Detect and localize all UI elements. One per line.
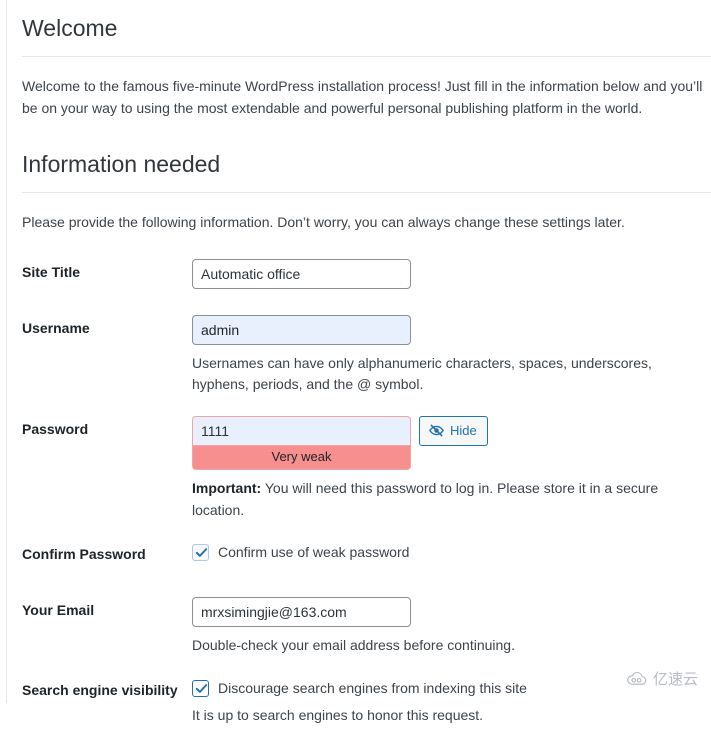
confirm-password-cell: Confirm use of weak password bbox=[192, 527, 711, 583]
password-label: Password bbox=[22, 420, 89, 437]
form-row-email: Your Email Double-check your email addre… bbox=[0, 583, 711, 663]
confirm-password-label: Confirm Password bbox=[22, 546, 146, 563]
form-row-site-title: Site Title bbox=[0, 245, 711, 301]
password-input[interactable] bbox=[192, 415, 411, 446]
eye-slash-icon bbox=[428, 422, 445, 439]
search-visibility-label: Search engine visibility bbox=[22, 681, 178, 698]
confirm-weak-password-checkbox[interactable] bbox=[192, 544, 209, 562]
toggle-password-label: Hide bbox=[450, 423, 477, 439]
username-label: Username bbox=[22, 319, 90, 336]
password-field-wrapper: Very weak bbox=[192, 415, 411, 470]
username-cell: Usernames can have only alphanumeric cha… bbox=[192, 301, 711, 402]
site-title-input[interactable] bbox=[192, 258, 411, 289]
email-label: Your Email bbox=[22, 601, 95, 618]
watermark-text: 亿速云 bbox=[652, 670, 698, 688]
setup-form-table: Site Title Username Usernames can have o… bbox=[0, 245, 711, 733]
information-needed-intro-text: Please provide the following information… bbox=[22, 213, 625, 230]
password-description: Important: You will need this password t… bbox=[192, 478, 692, 521]
cloud-icon bbox=[626, 671, 648, 687]
password-input-row: Very weak Hide bbox=[192, 415, 701, 470]
discourage-search-engines-label: Discourage search engines from indexing … bbox=[218, 679, 527, 696]
username-input[interactable] bbox=[192, 314, 411, 345]
confirm-weak-password-label: Confirm use of weak password bbox=[218, 544, 410, 561]
form-row-confirm-password: Confirm Password Confirm use of weak pas… bbox=[0, 527, 711, 583]
checkmark-icon bbox=[195, 548, 208, 558]
welcome-heading: Welcome bbox=[22, 15, 118, 41]
form-row-username: Username Usernames can have only alphanu… bbox=[0, 301, 711, 402]
welcome-intro-text: Welcome to the famous five-minute WordPr… bbox=[22, 77, 703, 117]
email-cell: Double-check your email address before c… bbox=[192, 583, 711, 663]
toggle-password-visibility-button[interactable]: Hide bbox=[419, 415, 488, 446]
discourage-search-engines-checkbox[interactable] bbox=[192, 679, 209, 697]
form-row-search-visibility: Search engine visibility Discourage sear… bbox=[0, 663, 711, 733]
password-strength-indicator: Very weak bbox=[192, 445, 411, 470]
search-visibility-description: It is up to search engines to honor this… bbox=[192, 707, 484, 724]
form-row-password: Password Very weak bbox=[0, 402, 711, 527]
confirm-weak-password-row[interactable]: Confirm use of weak password bbox=[192, 541, 701, 562]
install-page: Welcome Welcome to the famous five-minut… bbox=[0, 0, 711, 723]
site-title-label: Site Title bbox=[22, 263, 81, 280]
email-description: Double-check your email address before c… bbox=[192, 636, 515, 653]
checkmark-icon bbox=[195, 683, 208, 693]
email-input[interactable] bbox=[192, 596, 411, 627]
card-left-edge bbox=[6, 0, 7, 703]
password-cell: Very weak Hide Impor bbox=[192, 402, 711, 527]
username-description: Usernames can have only alphanumeric cha… bbox=[192, 354, 652, 393]
discourage-search-engines-row[interactable]: Discourage search engines from indexing … bbox=[192, 677, 701, 698]
information-needed-heading: Information needed bbox=[22, 150, 221, 177]
password-important-label: Important: bbox=[192, 479, 262, 496]
site-title-cell bbox=[192, 245, 711, 301]
password-important-text: You will need this password to log in. P… bbox=[192, 479, 659, 518]
site-watermark: 亿速云 bbox=[626, 668, 698, 689]
